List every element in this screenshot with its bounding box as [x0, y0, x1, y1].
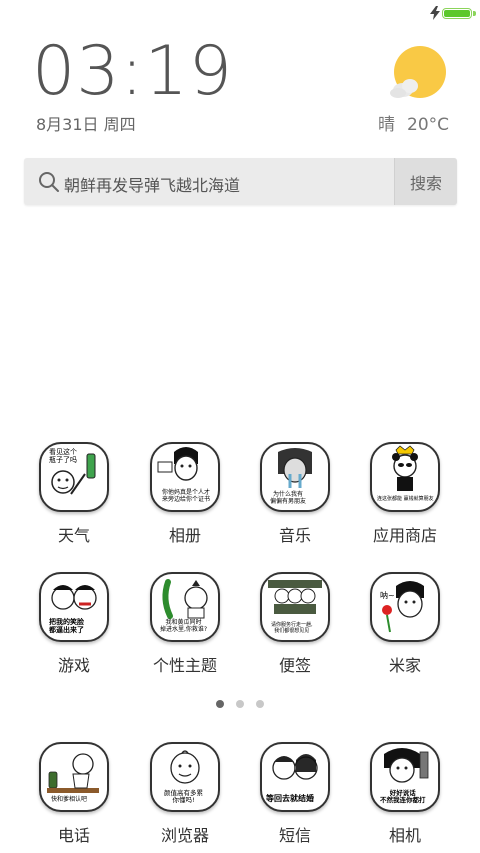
battery-tip [473, 11, 476, 16]
gallery-app-icon: 你他妈真是个人才 来旁边给你个证书 [150, 442, 220, 512]
meme-caption: 把我的笑脸 都逼出来了 [49, 618, 84, 634]
meme-caption: 好好说话 不然我连你都打 [380, 789, 426, 805]
app-label: 相机 [388, 826, 421, 845]
page-dot-3[interactable] [256, 700, 264, 708]
page-dot-1[interactable] [216, 700, 224, 708]
weather-summary[interactable]: 晴 20°C [378, 110, 461, 135]
meme-caption: 你他妈真是个人才 来旁边给你个证书 [162, 489, 211, 503]
charging-icon [430, 6, 440, 20]
app-themes[interactable]: 我和黄瓜同时 掉进水里,你救谁? 个性主题 [135, 572, 235, 682]
app-music[interactable]: 为什么我有 偏偏有男朋友 音乐 [245, 442, 345, 552]
app-weather[interactable]: 看见这个 瓶子了吗 天气 [24, 442, 124, 552]
app-label: 个性主题 [152, 656, 217, 675]
meme-caption: 我和黄瓜同时 掉进水里,你救谁? [160, 619, 208, 633]
app-phone[interactable]: 快和爹相认吧 电话 [24, 742, 124, 852]
themes-app-icon: 我和黄瓜同时 掉进水里,你救谁? [150, 572, 220, 642]
meme-caption: 看见这个 瓶子了吗 [49, 448, 77, 464]
sunny-cloud-icon[interactable] [388, 44, 448, 104]
app-label: 电话 [57, 826, 90, 845]
app-label: 相册 [168, 526, 201, 545]
search-icon [39, 172, 59, 192]
mijia-app-icon: 呐~ [370, 572, 440, 642]
app-store[interactable]: 连这张都能 赢钱就算朋友 应用商店 [355, 442, 455, 552]
browser-app-icon: 颜值高有多累 你懂吗! [150, 742, 220, 812]
meme-caption: 颜值高有多累 你懂吗! [164, 789, 203, 805]
app-mijia[interactable]: 呐~ 米家 [355, 572, 455, 682]
search-bar[interactable]: 朝鲜再发导弹飞越北海道 搜索 [24, 158, 457, 205]
notes-app-icon: 请你服务行走一趟, 我们都很想见见 [260, 572, 330, 642]
page-dot-2[interactable] [236, 700, 244, 708]
meme-caption: 为什么我有 偏偏有男朋友 [270, 491, 307, 505]
search-button[interactable]: 搜索 [394, 158, 457, 205]
app-browser[interactable]: 颜值高有多累 你懂吗! 浏览器 [135, 742, 235, 852]
battery-icon [442, 8, 472, 19]
meme-caption: 呐~ [380, 591, 395, 600]
app-label: 音乐 [278, 526, 311, 545]
weather-temperature: 20°C [407, 115, 450, 135]
app-gallery[interactable]: 你他妈真是个人才 来旁边给你个证书 相册 [135, 442, 235, 552]
status-bar [0, 0, 480, 26]
weather-condition: 晴 [378, 115, 395, 135]
music-app-icon: 为什么我有 偏偏有男朋友 [260, 442, 330, 512]
app-label: 应用商店 [372, 526, 437, 545]
app-label: 浏览器 [160, 826, 209, 845]
app-store-icon: 连这张都能 赢钱就算朋友 [370, 442, 440, 512]
rose-meme-icon [382, 581, 424, 633]
phone-app-icon: 快和爹相认吧 [39, 742, 109, 812]
search-input[interactable]: 朝鲜再发导弹飞越北海道 [64, 172, 240, 196]
app-label: 天气 [57, 526, 90, 545]
app-games[interactable]: 把我的笑脸 都逼出来了 游戏 [24, 572, 124, 682]
clock-date[interactable]: 8月31日 周四 [36, 111, 136, 135]
meme-caption: 快和爹相认吧 [51, 796, 88, 803]
app-notes[interactable]: 请你服务行走一趟, 我们都很想见见 便签 [245, 572, 345, 682]
battery-level [444, 10, 470, 17]
meme-caption: 连这张都能 赢钱就算朋友 [377, 496, 434, 502]
messages-app-icon: 等回去就结婚 [260, 742, 330, 812]
app-label: 游戏 [57, 656, 90, 675]
app-camera[interactable]: 好好说话 不然我连你都打 相机 [355, 742, 455, 852]
clock-time[interactable]: 03:19 [32, 38, 233, 106]
page-indicator[interactable] [0, 700, 480, 708]
app-label: 便签 [278, 656, 311, 675]
meme-caption: 请你服务行走一趟, 我们都很想见见 [271, 622, 313, 634]
app-messages[interactable]: 等回去就结婚 短信 [245, 742, 345, 852]
games-app-icon: 把我的笑脸 都逼出来了 [39, 572, 109, 642]
app-label: 短信 [278, 826, 311, 845]
camera-app-icon: 好好说话 不然我连你都打 [370, 742, 440, 812]
meme-caption: 等回去就结婚 [266, 794, 314, 803]
app-label: 米家 [388, 656, 421, 675]
weather-app-icon: 看见这个 瓶子了吗 [39, 442, 109, 512]
